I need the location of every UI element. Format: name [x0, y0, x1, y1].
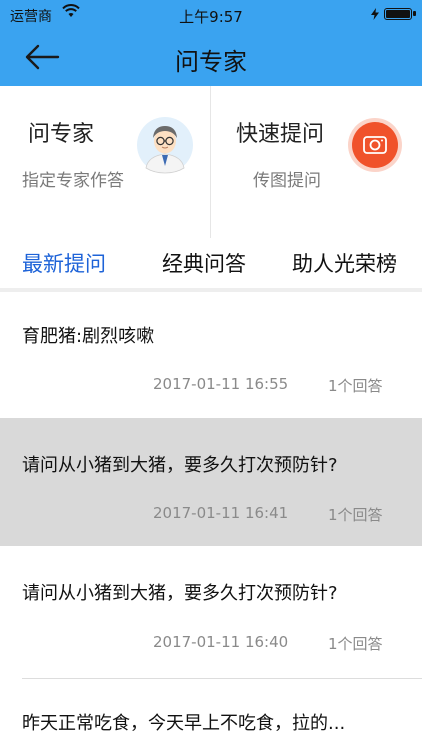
answer-count: 1个回答 [328, 635, 383, 653]
feature-panel: 问专家 指定专家作答 快速提问 传图提问 [0, 86, 422, 239]
list-item[interactable]: 育肥猪:剧烈咳嗽 2017-01-11 16:55 1个回答 [0, 292, 422, 418]
nav-bar: 问专家 [0, 30, 422, 86]
ask-expert-title: 问专家 [28, 122, 95, 147]
quick-ask-title: 快速提问 [236, 122, 325, 147]
list-item[interactable]: 请问从小猪到大猪，要多久打次预防针? 2017-01-11 16:40 1个回答 [0, 546, 422, 678]
status-bar: 运营商 上午9:57 [0, 0, 422, 30]
question-text: 育肥猪:剧烈咳嗽 [22, 326, 155, 347]
quick-ask-card[interactable]: 快速提问 传图提问 [211, 86, 422, 238]
list-item[interactable]: 请问从小猪到大猪，要多久打次预防针? 2017-01-11 16:41 1个回答 [0, 418, 422, 546]
expert-avatar-icon [137, 117, 193, 174]
answer-count: 1个回答 [328, 506, 383, 524]
tab-honor-roll[interactable]: 助人光荣榜 [292, 248, 397, 278]
status-time: 上午9:57 [179, 8, 243, 26]
question-datetime: 2017-01-11 16:41 [153, 504, 289, 522]
answer-count: 1个回答 [328, 377, 383, 395]
question-datetime: 2017-01-11 16:40 [153, 633, 289, 651]
ask-expert-card[interactable]: 问专家 指定专家作答 [0, 86, 211, 238]
question-text: 请问从小猪到大猪，要多久打次预防针? [22, 583, 338, 604]
question-list: 育肥猪:剧烈咳嗽 2017-01-11 16:55 1个回答 请问从小猪到大猪，… [0, 292, 422, 750]
battery-fill [386, 10, 410, 18]
charging-icon [371, 8, 379, 20]
top-bar: 运营商 上午9:57 问专家 [0, 0, 422, 86]
question-datetime: 2017-01-11 16:55 [153, 375, 289, 393]
list-item[interactable]: 昨天正常吃食，今天早上不吃食，拉的... [0, 679, 422, 750]
quick-ask-subtitle: 传图提问 [253, 171, 321, 191]
tab-bar: 最新提问 经典问答 助人光荣榜 [0, 238, 422, 288]
camera-icon [348, 118, 402, 172]
ask-expert-subtitle: 指定专家作答 [22, 171, 124, 191]
question-text: 昨天正常吃食，今天早上不吃食，拉的... [22, 713, 346, 734]
question-text: 请问从小猪到大猪，要多久打次预防针? [22, 455, 338, 476]
tab-latest[interactable]: 最新提问 [22, 248, 106, 278]
page-title: 问专家 [175, 48, 247, 76]
tab-classic[interactable]: 经典问答 [162, 248, 246, 278]
battery-icon [384, 8, 416, 20]
